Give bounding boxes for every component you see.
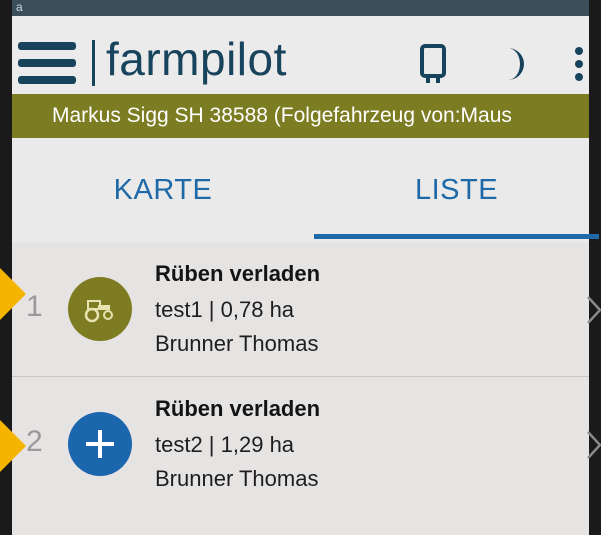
- job-list: 1 Rüben verladen test1 | 0,78 ha Brunner…: [12, 242, 601, 535]
- job-field-area: test1 | 0,78 ha: [155, 297, 295, 322]
- active-tab-indicator: [314, 234, 599, 239]
- menu-icon[interactable]: [18, 42, 76, 84]
- arrow-marker-icon: [0, 420, 26, 472]
- list-item[interactable]: 1 Rüben verladen test1 | 0,78 ha Brunner…: [12, 242, 601, 377]
- tractor-icon: [68, 277, 132, 341]
- status-indicator: a: [16, 0, 23, 14]
- chevron-right-icon: [586, 295, 601, 325]
- tab-karte[interactable]: KARTE: [12, 138, 314, 242]
- list-item[interactable]: 2 Rüben verladen test2 | 1,29 ha Brunner…: [12, 377, 601, 511]
- tab-liste[interactable]: LISTE: [314, 138, 599, 242]
- moon-icon[interactable]: [490, 42, 540, 86]
- app-logo: farmpilot: [106, 33, 287, 85]
- more-vertical-icon[interactable]: [564, 42, 594, 86]
- job-title: Rüben verladen: [155, 261, 321, 286]
- status-bar: a: [12, 0, 589, 16]
- job-person: Brunner Thomas: [155, 466, 319, 491]
- job-person: Brunner Thomas: [155, 331, 319, 356]
- job-field-area: test2 | 1,29 ha: [155, 432, 295, 457]
- vehicle-bar: Markus Sigg SH 38588 (Folgefahrzeug von:…: [12, 94, 589, 138]
- tablet-device-icon[interactable]: [408, 42, 458, 86]
- plus-icon: [68, 412, 132, 476]
- arrow-marker-icon: [0, 268, 26, 320]
- job-title: Rüben verladen: [155, 396, 321, 421]
- list-item-number: 2: [26, 425, 43, 458]
- list-item-number: 1: [26, 290, 43, 323]
- tab-bar: KARTE LISTE: [12, 138, 599, 242]
- chevron-right-icon: [586, 430, 601, 460]
- logo-divider: [92, 40, 95, 86]
